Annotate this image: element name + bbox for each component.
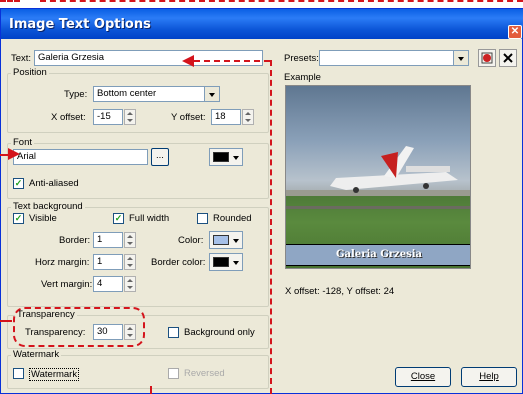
annotation-font-arrow-line: [0, 154, 8, 156]
bg-color-swatch: [213, 235, 229, 245]
y-offset-spinner[interactable]: [242, 109, 254, 125]
type-select[interactable]: Bottom center: [93, 86, 220, 102]
border-label: Border:: [59, 235, 91, 246]
type-label: Type:: [64, 89, 88, 100]
save-preset-icon[interactable]: [478, 49, 496, 67]
delete-preset-icon[interactable]: [499, 49, 517, 67]
example-offset-text: X offset: -128, Y offset: 24: [285, 286, 395, 297]
border-color-label: Border color:: [151, 257, 206, 268]
font-group-title: Font: [11, 137, 35, 148]
reversed-checkbox[interactable]: [168, 368, 179, 379]
antialiased-label: Anti-aliased: [29, 178, 79, 189]
presets-select[interactable]: [319, 50, 469, 66]
text-background-group-title: Text background: [11, 201, 85, 212]
vert-margin-label: Vert margin:: [41, 279, 93, 290]
horz-margin-spinner[interactable]: [124, 254, 136, 270]
font-browse-button[interactable]: ...: [151, 148, 169, 166]
position-group-title: Position: [11, 67, 49, 78]
annotation-text-arrow-line: [194, 60, 270, 62]
help-button[interactable]: Help: [461, 367, 517, 387]
annotation-bottom-tick: [150, 386, 152, 394]
watermark-group-title: Watermark: [11, 349, 62, 360]
example-caption-text: Galeria Grzesia: [336, 249, 422, 260]
presets-label: Presets:: [284, 53, 319, 64]
y-offset-input[interactable]: 18: [211, 109, 241, 125]
example-preview-image: Galeria Grzesia: [285, 85, 471, 269]
watermark-checkbox[interactable]: [13, 368, 24, 379]
title-bar[interactable]: Image Text Options ✕: [1, 9, 523, 39]
watermark-label: Watermark: [29, 368, 80, 381]
y-offset-label: Y offset:: [171, 112, 206, 123]
x-offset-label: X offset:: [51, 112, 86, 123]
dialog-window: Image Text Options ✕ Text: Galeria Grzes…: [0, 8, 523, 394]
annotation-vertical-line: [270, 60, 272, 394]
rounded-label: Rounded: [213, 213, 252, 224]
window-title: Image Text Options: [9, 17, 151, 32]
annotation-top-line: [40, 0, 523, 2]
fullwidth-label: Full width: [129, 213, 170, 224]
border-spinner[interactable]: [124, 232, 136, 248]
annotation-font-arrow-head: [8, 148, 20, 160]
bg-color-picker[interactable]: [209, 231, 243, 249]
border-input[interactable]: 1: [93, 232, 123, 248]
annotation-transparency-line: [0, 320, 12, 322]
font-color-swatch: [213, 152, 229, 162]
vert-margin-input[interactable]: 4: [93, 276, 123, 292]
help-button-label: Help: [479, 371, 499, 382]
background-only-checkbox[interactable]: [168, 327, 179, 338]
text-input[interactable]: Galeria Grzesia: [34, 50, 263, 66]
rounded-checkbox[interactable]: [197, 213, 208, 224]
antialiased-checkbox[interactable]: ✓: [13, 178, 24, 189]
x-offset-spinner[interactable]: [124, 109, 136, 125]
example-label: Example: [284, 72, 321, 83]
horz-margin-label: Horz margin:: [35, 257, 90, 268]
type-dropdown-button[interactable]: [204, 86, 220, 102]
annotation-text-arrow-head: [182, 55, 194, 67]
x-offset-input[interactable]: -15: [93, 109, 123, 125]
window-close-button[interactable]: ✕: [508, 25, 522, 39]
border-color-swatch: [213, 257, 229, 267]
font-input[interactable]: Arial: [13, 149, 148, 165]
fullwidth-checkbox[interactable]: ✓: [113, 213, 124, 224]
presets-dropdown-button[interactable]: [453, 50, 469, 66]
close-button-label: Close: [410, 371, 436, 382]
visible-label: Visible: [29, 213, 57, 224]
text-label: Text:: [11, 53, 32, 64]
airplane-illustration: [286, 146, 470, 209]
visible-checkbox[interactable]: ✓: [13, 213, 24, 224]
background-only-label: Background only: [184, 327, 255, 338]
close-button[interactable]: Close: [395, 367, 451, 387]
vert-margin-spinner[interactable]: [124, 276, 136, 292]
horz-margin-input[interactable]: 1: [93, 254, 123, 270]
font-color-picker[interactable]: [209, 148, 243, 166]
border-color-picker[interactable]: [209, 253, 243, 271]
color-label: Color:: [178, 235, 204, 246]
reversed-label: Reversed: [184, 368, 225, 379]
annotation-top-left-drop: [0, 0, 20, 2]
transparency-highlight: [13, 307, 145, 347]
